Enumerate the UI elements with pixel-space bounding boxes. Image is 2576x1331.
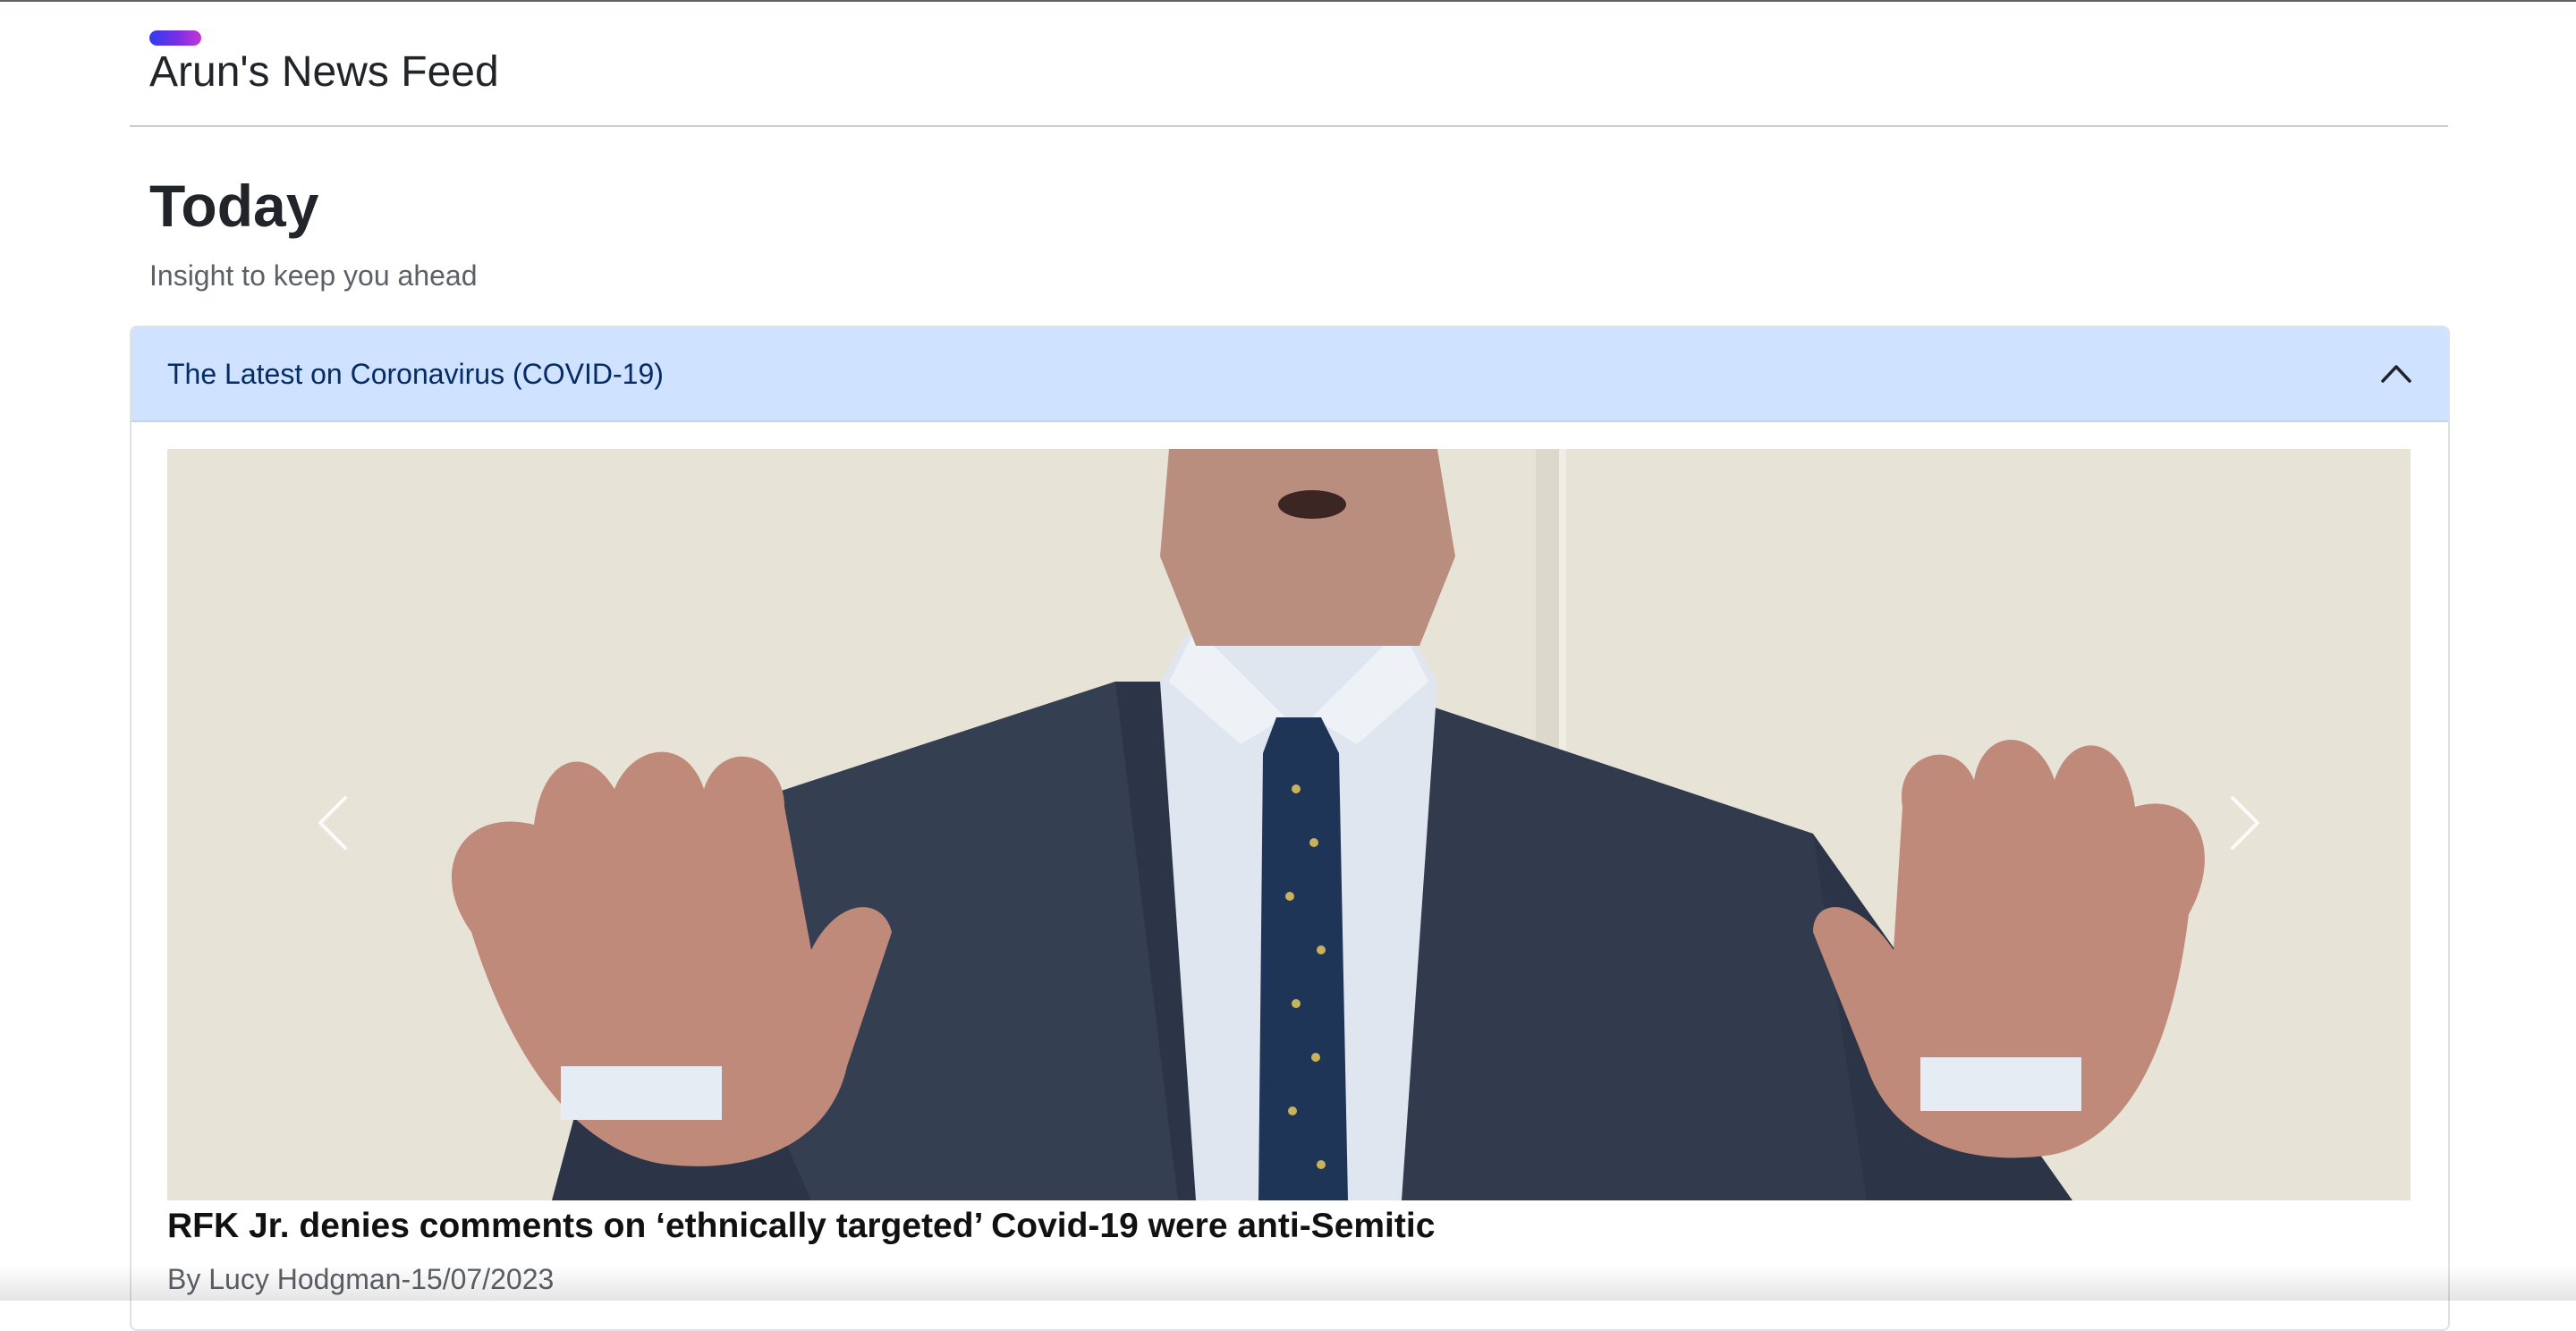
header-divider	[130, 125, 2448, 127]
news-accordion: The Latest on Coronavirus (COVID-19) RFK…	[130, 326, 2450, 1331]
article-photo	[167, 449, 2411, 1200]
page-subtitle: Insight to keep you ahead	[149, 259, 478, 292]
article-title[interactable]: RFK Jr. denies comments on ‘ethnically t…	[167, 1204, 1435, 1249]
article-byline: By Lucy Hodgman-15/07/2023	[167, 1263, 555, 1295]
accordion-title: The Latest on Coronavirus (COVID-19)	[167, 358, 664, 390]
accordion-header-covid[interactable]: The Latest on Coronavirus (COVID-19)	[131, 327, 2448, 422]
navbar-brand[interactable]: Arun's News Feed	[149, 47, 499, 98]
chevron-up-icon[interactable]	[2380, 360, 2412, 386]
carousel-prev-button[interactable]	[266, 771, 400, 878]
brand-logo-bar	[149, 30, 201, 46]
carousel-next-button[interactable]	[2178, 771, 2312, 878]
chevron-left-icon	[315, 794, 351, 856]
window-top-border	[0, 0, 2576, 2]
news-carousel	[167, 449, 2411, 1200]
page-title: Today	[149, 173, 319, 239]
chevron-right-icon	[2227, 794, 2263, 856]
